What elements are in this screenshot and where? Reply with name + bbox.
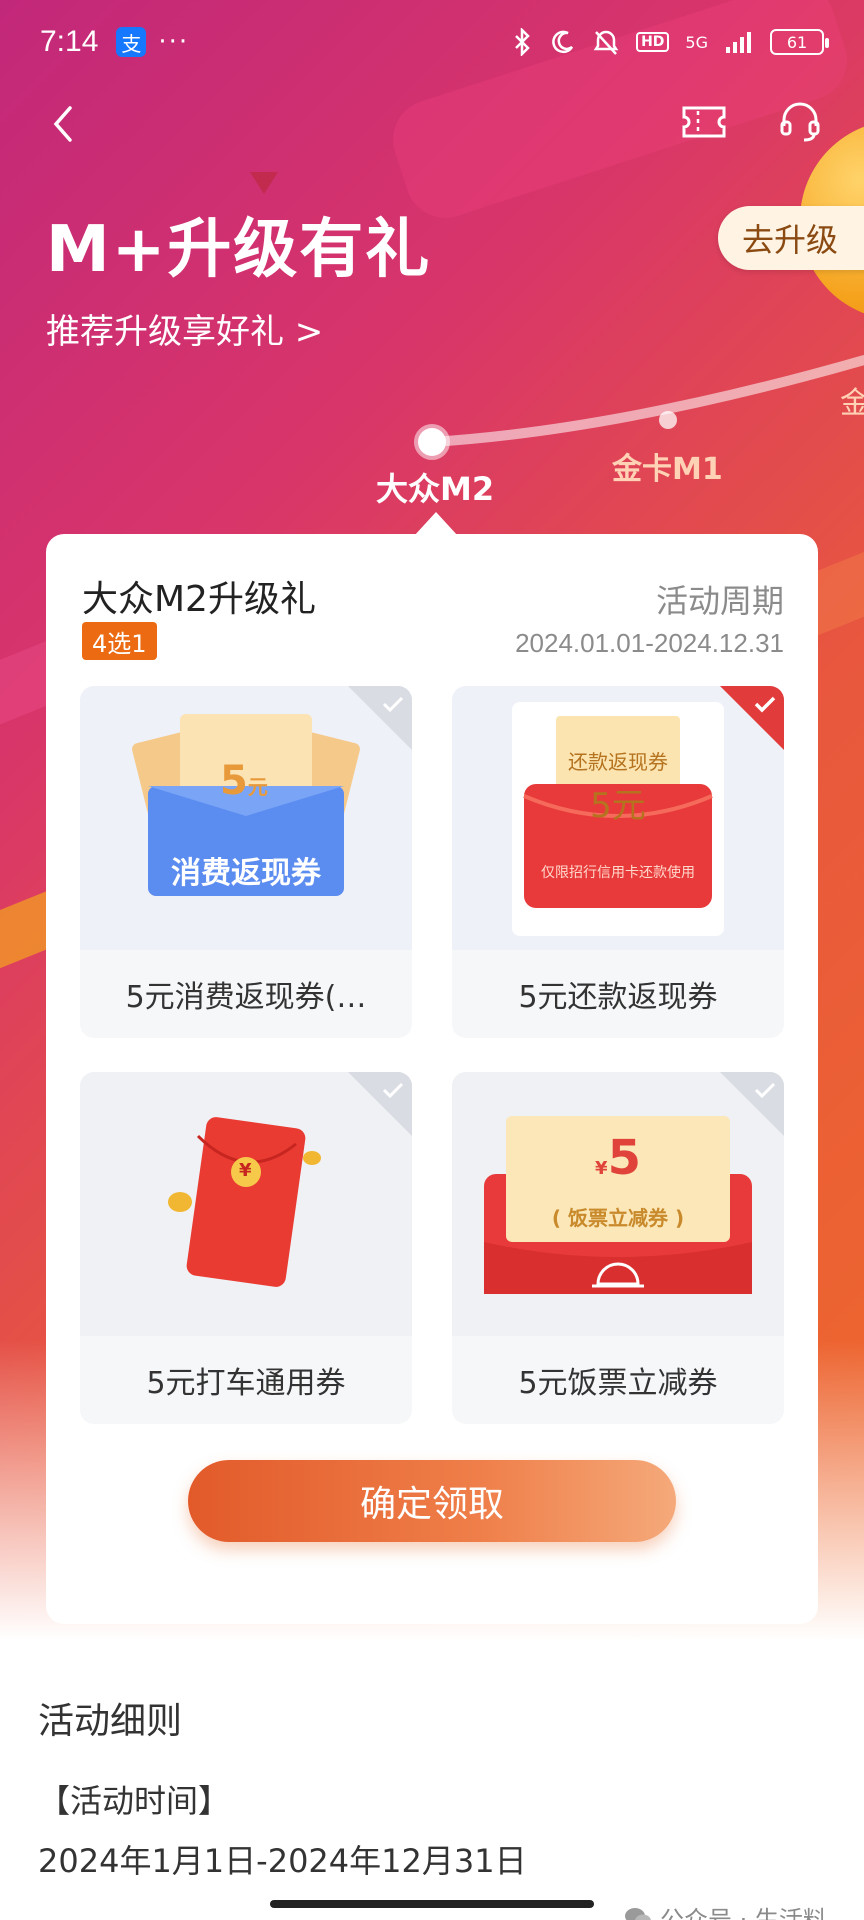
period-label: 活动周期 xyxy=(655,582,784,620)
thumb-note: 仅限招行信用卡还款使用 xyxy=(541,865,695,881)
level-node-current xyxy=(414,424,450,460)
more-notifications-icon: ··· xyxy=(158,27,190,57)
decor-notch xyxy=(250,172,278,194)
mute-icon xyxy=(593,30,619,55)
watermark-text: 公众号 · 生活料 xyxy=(660,1906,827,1920)
customer-service-icon[interactable] xyxy=(776,98,824,146)
choice-badge: 4选1 xyxy=(82,622,157,660)
option-label: 5元饭票立减券 xyxy=(518,1366,718,1401)
selected-check-icon xyxy=(720,686,784,750)
rules-time-value: 2024年1月1日-2024年12月31日 xyxy=(38,1842,527,1880)
thumb-title: 还款返现券 xyxy=(568,750,668,774)
level-label-current: 大众M2 xyxy=(376,470,495,508)
signal-icon xyxy=(726,32,751,53)
back-icon[interactable] xyxy=(44,96,80,152)
card-title: 大众M2升级礼 xyxy=(82,579,316,620)
rules-title: 活动细则 xyxy=(38,1701,183,1742)
confirm-claim-button[interactable]: 确定领取 xyxy=(188,1460,676,1542)
nav-bar xyxy=(0,84,864,194)
unselected-check-icon xyxy=(720,1072,784,1136)
thumb-text: ( 饭票立减券 ) xyxy=(551,1206,685,1230)
unselected-check-icon xyxy=(348,686,412,750)
bluetooth-icon xyxy=(515,28,530,56)
battery-icon: 61 xyxy=(770,29,829,55)
level-label-next: 金卡M1 xyxy=(612,452,723,487)
alipay-icon: 支 xyxy=(116,27,147,57)
gift-card: 大众M2升级礼 4选1 活动周期 2024.01.01-2024.12.31 5… xyxy=(46,534,818,1624)
option-label: 5元消费返现券(… xyxy=(125,980,367,1015)
wechat-icon xyxy=(625,1907,651,1920)
level-progress-track xyxy=(414,355,864,460)
option-label: 5元打车通用券 xyxy=(146,1366,346,1401)
gift-option-consumption-cashback[interactable]: 5元 消费返现券 5元消费返现券(… xyxy=(80,686,412,1038)
card-pointer xyxy=(414,512,458,536)
battery-level: 61 xyxy=(786,32,808,52)
level-node-next xyxy=(659,411,677,429)
unselected-check-icon xyxy=(348,1072,412,1136)
upgrade-button[interactable]: 去升级 xyxy=(718,206,864,270)
home-indicator[interactable] xyxy=(270,1900,594,1908)
thumb-amount: 5元 xyxy=(220,758,268,804)
ticket-icon[interactable] xyxy=(680,102,728,142)
level-label-gold: 金 xyxy=(840,386,864,421)
network-label: 5G xyxy=(685,32,708,52)
thumb-symbol: ¥ xyxy=(239,1160,252,1181)
gift-option-repayment-cashback[interactable]: 还款返现券 5元 仅限招行信用卡还款使用 5元还款返现券 xyxy=(452,686,784,1038)
status-bar: 7:14 支 ··· HD 5G 61 xyxy=(0,0,864,84)
thumb-amount: ¥5 xyxy=(595,1130,641,1186)
thumb-text: 消费返现券 xyxy=(171,856,321,891)
status-time: 7:14 xyxy=(40,25,99,58)
moon-icon xyxy=(552,30,574,54)
option-label: 5元还款返现券 xyxy=(518,980,718,1015)
watermark: 公众号 · 生活料 xyxy=(624,1900,827,1920)
rules-time-label: 【活动时间】 xyxy=(38,1782,231,1820)
gift-option-meal-coupon[interactable]: ¥5 ( 饭票立减券 ) 5元饭票立减券 xyxy=(452,1072,784,1424)
gift-option-taxi-coupon[interactable]: ¥ 5元打车通用券 xyxy=(80,1072,412,1424)
period-value: 2024.01.01-2024.12.31 xyxy=(515,628,784,658)
page-title: M+升级有礼 xyxy=(46,213,432,287)
hd-icon: HD xyxy=(636,32,670,52)
thumb-amount: 5元 xyxy=(590,786,646,826)
